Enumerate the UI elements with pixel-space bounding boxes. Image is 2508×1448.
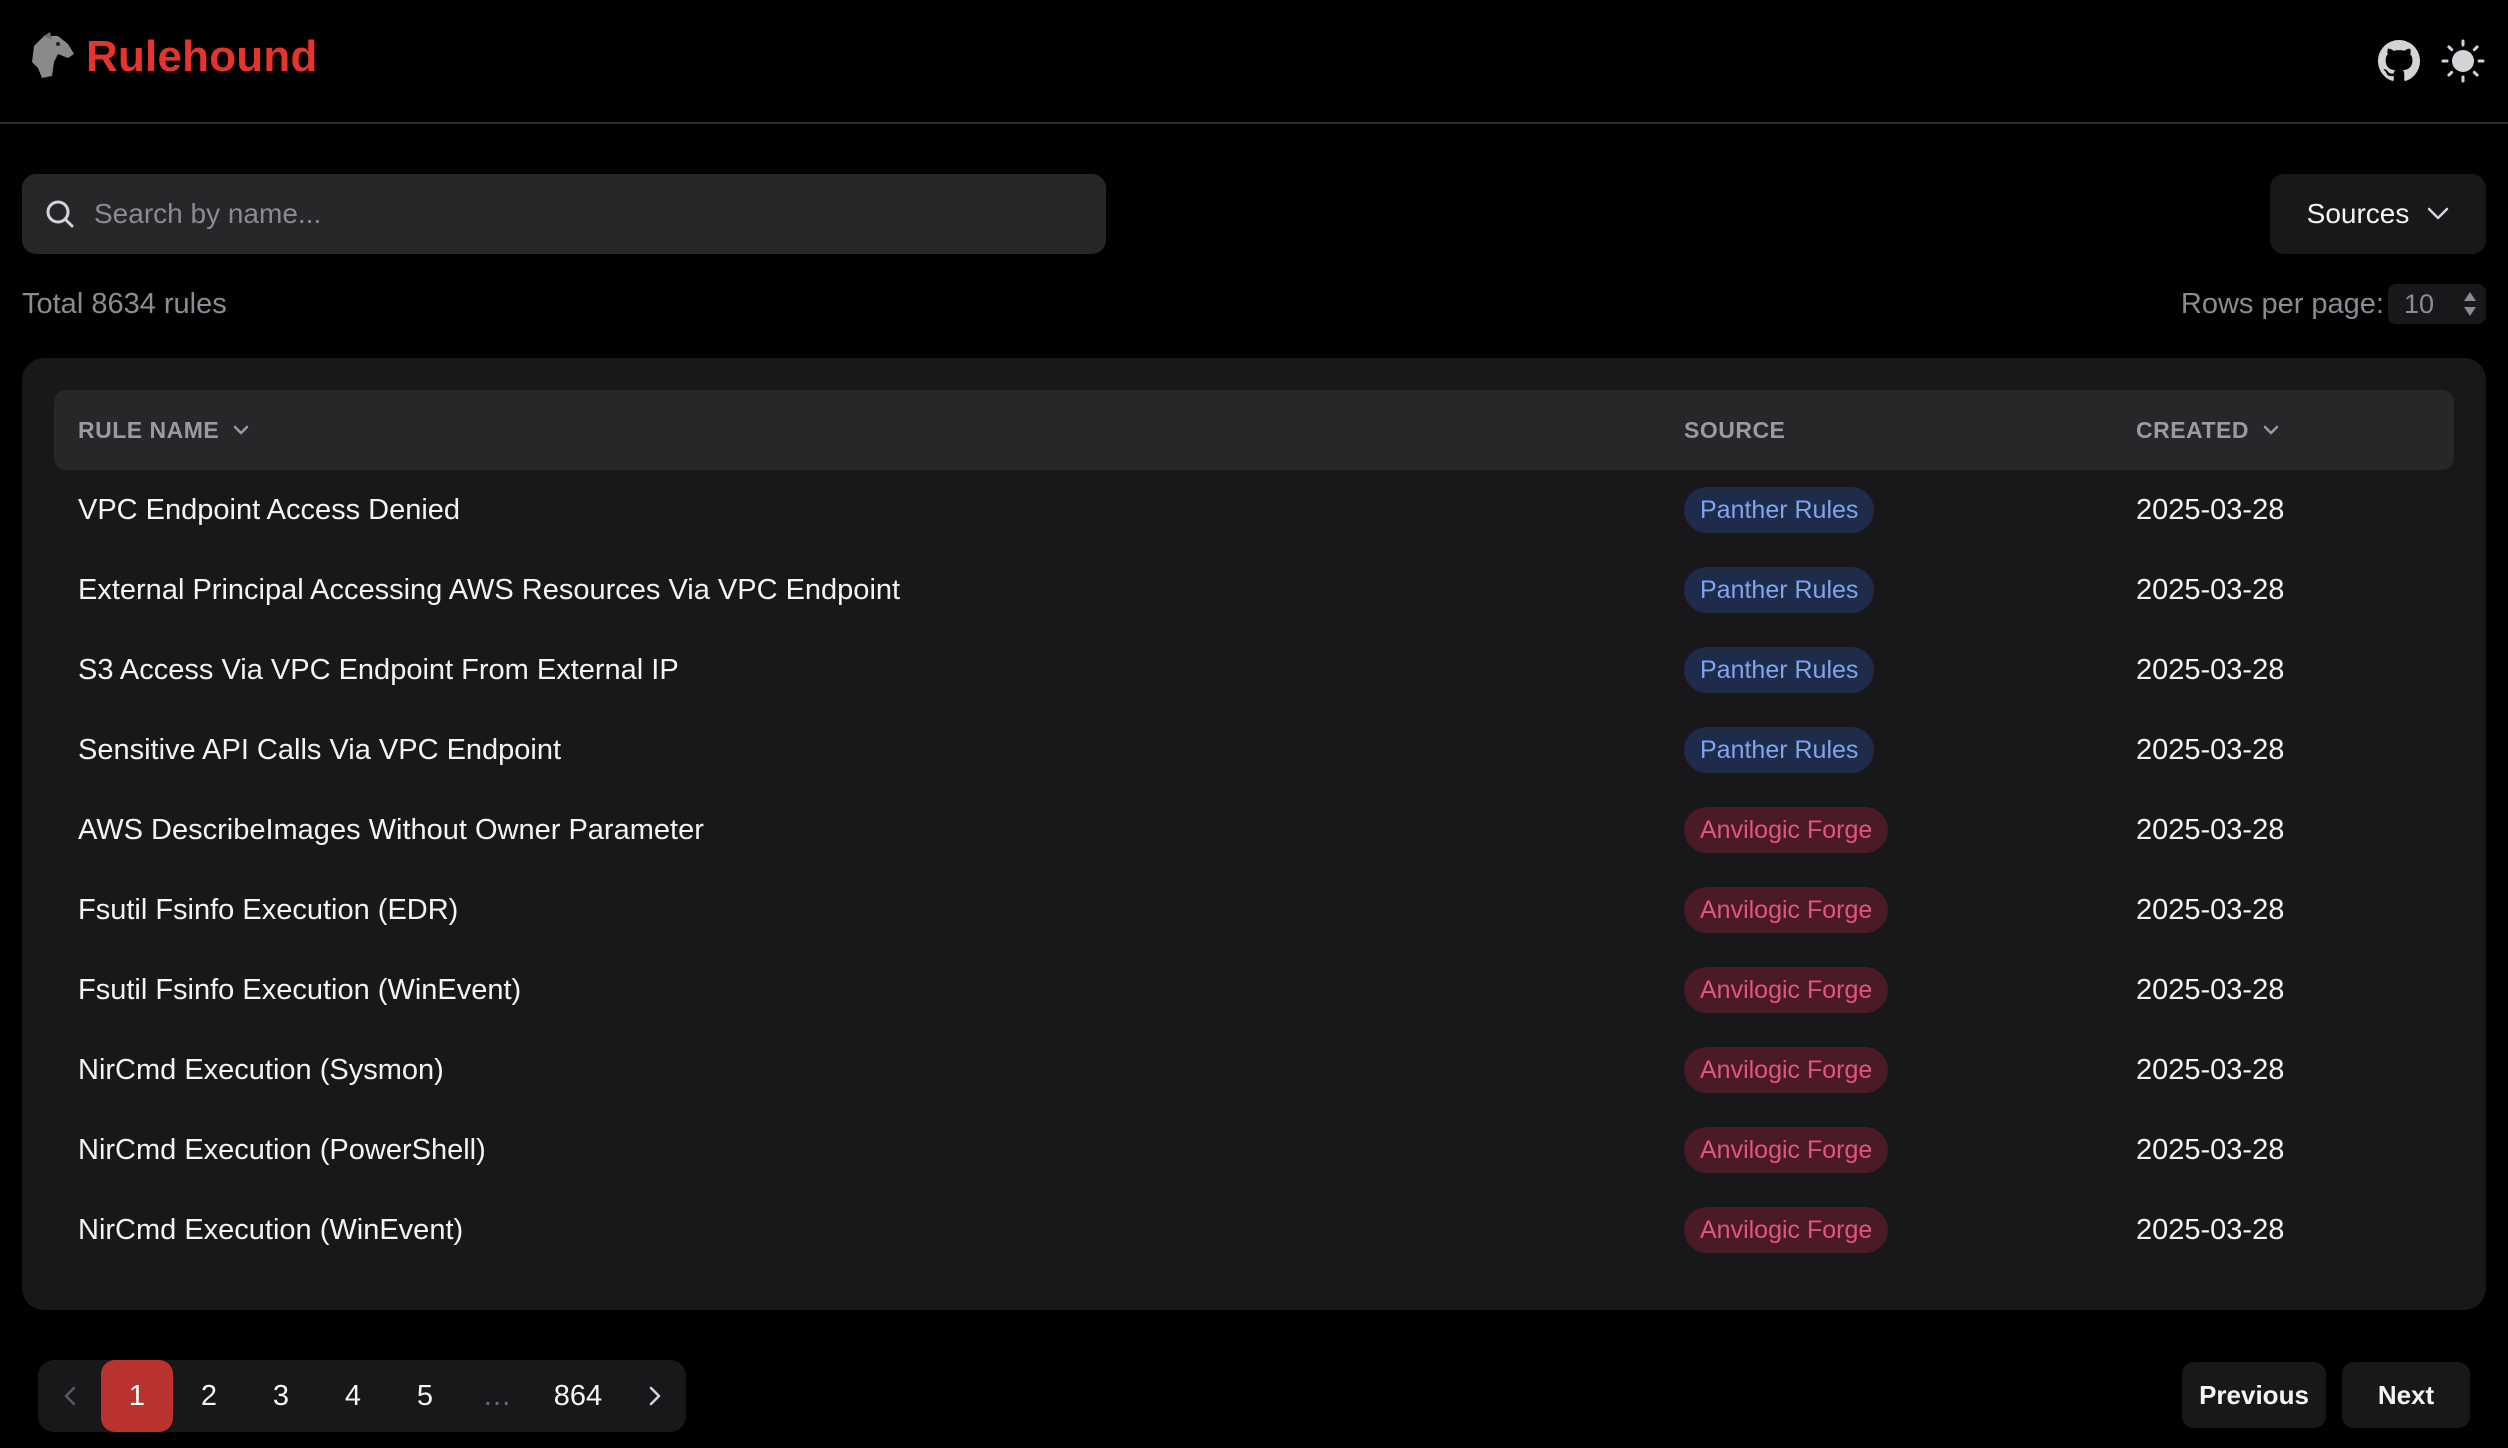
- rule-name-cell[interactable]: NirCmd Execution (Sysmon): [78, 1030, 444, 1110]
- sort-chevron-icon: [233, 425, 249, 435]
- rule-name-cell[interactable]: AWS DescribeImages Without Owner Paramet…: [78, 790, 704, 870]
- created-date-cell: 2025-03-28: [2136, 894, 2285, 926]
- chevron-right-icon: [649, 1386, 660, 1406]
- sort-chevron-icon: [2263, 425, 2279, 435]
- table-row[interactable]: NirCmd Execution (WinEvent) Anvilogic For…: [54, 1190, 2454, 1270]
- source-badge: Anvilogic Forge: [1684, 887, 1889, 933]
- chevron-down-icon: [2428, 207, 2449, 220]
- rows-per-page: Rows per page: 10: [2181, 284, 2486, 324]
- page-number-button[interactable]: 1: [101, 1360, 173, 1432]
- rule-name-cell[interactable]: External Principal Accessing AWS Resourc…: [78, 550, 900, 630]
- column-header-label: CREATED: [2136, 416, 2249, 443]
- table-row[interactable]: S3 Access Via VPC Endpoint From External…: [54, 630, 2454, 710]
- source-badge: Anvilogic Forge: [1684, 1127, 1889, 1173]
- rule-name-cell[interactable]: Fsutil Fsinfo Execution (EDR): [78, 870, 458, 950]
- pagination-ellipsis: …: [482, 1379, 512, 1412]
- rule-name-cell[interactable]: VPC Endpoint Access Denied: [78, 470, 460, 550]
- created-date-cell: 2025-03-28: [2136, 494, 2285, 526]
- pagination: 1 2 3 4 5 … 864: [38, 1360, 686, 1432]
- github-icon[interactable]: [2376, 38, 2422, 84]
- next-page-arrow[interactable]: [623, 1360, 686, 1432]
- previous-button[interactable]: Previous: [2182, 1362, 2326, 1428]
- created-date-cell: 2025-03-28: [2136, 974, 2285, 1006]
- next-button[interactable]: Next: [2342, 1362, 2470, 1428]
- top-header: Rulehound: [0, 0, 2508, 124]
- source-badge: Panther Rules: [1684, 487, 1875, 533]
- source-badge: Panther Rules: [1684, 567, 1875, 613]
- chevron-left-icon: [64, 1386, 75, 1406]
- created-date-cell: 2025-03-28: [2136, 814, 2285, 846]
- created-date-cell: 2025-03-28: [2136, 1054, 2285, 1086]
- sources-label: Sources: [2306, 198, 2410, 229]
- column-header-label: SOURCE: [1684, 416, 1786, 443]
- page: Rulehound Search by name... Sources Tota…: [0, 0, 2508, 1448]
- dog-logo-icon: [32, 32, 74, 78]
- prev-page-arrow[interactable]: [38, 1360, 101, 1432]
- total-rules-count: Total 8634 rules: [22, 288, 227, 320]
- page-number-button[interactable]: 3: [245, 1360, 317, 1432]
- table-row[interactable]: NirCmd Execution (PowerShell) Anvilogic F…: [54, 1110, 2454, 1190]
- created-date-cell: 2025-03-28: [2136, 654, 2285, 686]
- page-number-button[interactable]: 2: [173, 1360, 245, 1432]
- table-row[interactable]: Fsutil Fsinfo Execution (EDR) Anvilogic F…: [54, 870, 2454, 950]
- rows-per-page-label: Rows per page:: [2180, 287, 2384, 320]
- source-badge: Panther Rules: [1684, 647, 1875, 693]
- app-name: Rulehound: [86, 32, 318, 81]
- search-input[interactable]: [92, 197, 1056, 231]
- rule-name-cell[interactable]: NirCmd Execution (PowerShell): [78, 1110, 486, 1190]
- rule-name-cell[interactable]: Fsutil Fsinfo Execution (WinEvent): [78, 950, 521, 1030]
- rules-table: RULE NAME SOURCE CREATED VPC Endpoint Ac…: [22, 358, 2486, 1310]
- column-header-label: RULE NAME: [78, 416, 220, 443]
- sun-icon[interactable]: [2440, 38, 2486, 84]
- header-actions: [2358, 38, 2486, 84]
- created-date-cell: 2025-03-28: [2136, 734, 2285, 766]
- table-row[interactable]: Fsutil Fsinfo Execution (WinEvent) Anvilo…: [54, 950, 2454, 1030]
- source-badge: Anvilogic Forge: [1684, 1207, 1889, 1253]
- column-header-created[interactable]: CREATED: [2136, 390, 2279, 470]
- rule-name-cell[interactable]: S3 Access Via VPC Endpoint From External…: [78, 630, 679, 710]
- column-header-rule-name[interactable]: RULE NAME: [78, 390, 249, 470]
- search-icon: [46, 200, 74, 228]
- page-nav-buttons: Previous Next: [2166, 1362, 2470, 1428]
- table-row[interactable]: External Principal Accessing AWS Resourc…: [54, 550, 2454, 630]
- source-badge: Anvilogic Forge: [1684, 807, 1889, 853]
- brand[interactable]: Rulehound: [28, 32, 318, 82]
- sources-dropdown-button[interactable]: Sources: [2270, 174, 2486, 254]
- page-number-button[interactable]: 5: [389, 1360, 461, 1432]
- rule-name-cell[interactable]: NirCmd Execution (WinEvent): [78, 1190, 463, 1270]
- source-badge: Anvilogic Forge: [1684, 1047, 1889, 1093]
- table-row[interactable]: AWS DescribeImages Without Owner Paramet…: [54, 790, 2454, 870]
- table-row[interactable]: Sensitive API Calls Via VPC Endpoint Pant…: [54, 710, 2454, 790]
- table-row[interactable]: NirCmd Execution (Sysmon) Anvilogic Forge…: [54, 1030, 2454, 1110]
- page-number-button[interactable]: 4: [317, 1360, 389, 1432]
- table-row[interactable]: VPC Endpoint Access Denied Panther Rules 2…: [54, 470, 2454, 550]
- created-date-cell: 2025-03-28: [2136, 574, 2285, 606]
- created-date-cell: 2025-03-28: [2136, 1214, 2285, 1246]
- source-badge: Panther Rules: [1684, 727, 1875, 773]
- rule-name-cell[interactable]: Sensitive API Calls Via VPC Endpoint: [78, 710, 561, 790]
- rows-per-page-value: 10: [2404, 289, 2435, 319]
- column-header-source: SOURCE: [1684, 390, 1785, 470]
- search-box[interactable]: [22, 174, 1106, 254]
- created-date-cell: 2025-03-28: [2136, 1134, 2285, 1166]
- rows-per-page-select[interactable]: 10: [2388, 284, 2486, 324]
- table-header: RULE NAME SOURCE CREATED: [54, 390, 2454, 470]
- page-number-button[interactable]: 864: [533, 1360, 623, 1432]
- source-badge: Anvilogic Forge: [1684, 967, 1889, 1013]
- select-arrows-icon: [2464, 292, 2476, 316]
- page-number-list: 1 2 3 4 5 … 864: [101, 1360, 623, 1432]
